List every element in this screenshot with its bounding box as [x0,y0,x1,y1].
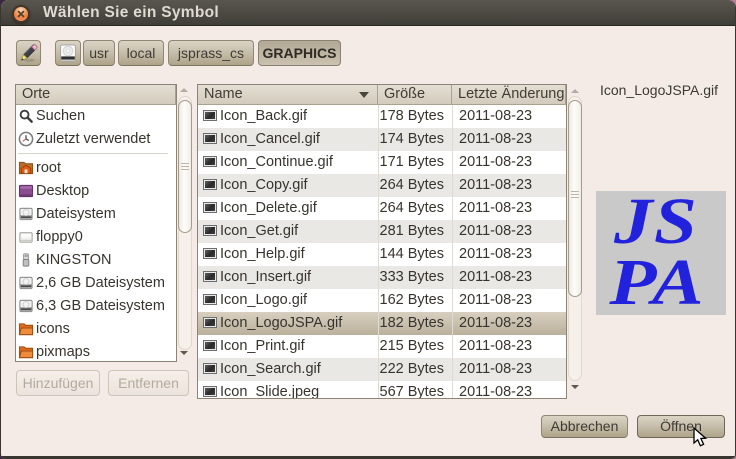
svg-text:PA: PA [608,245,704,315]
